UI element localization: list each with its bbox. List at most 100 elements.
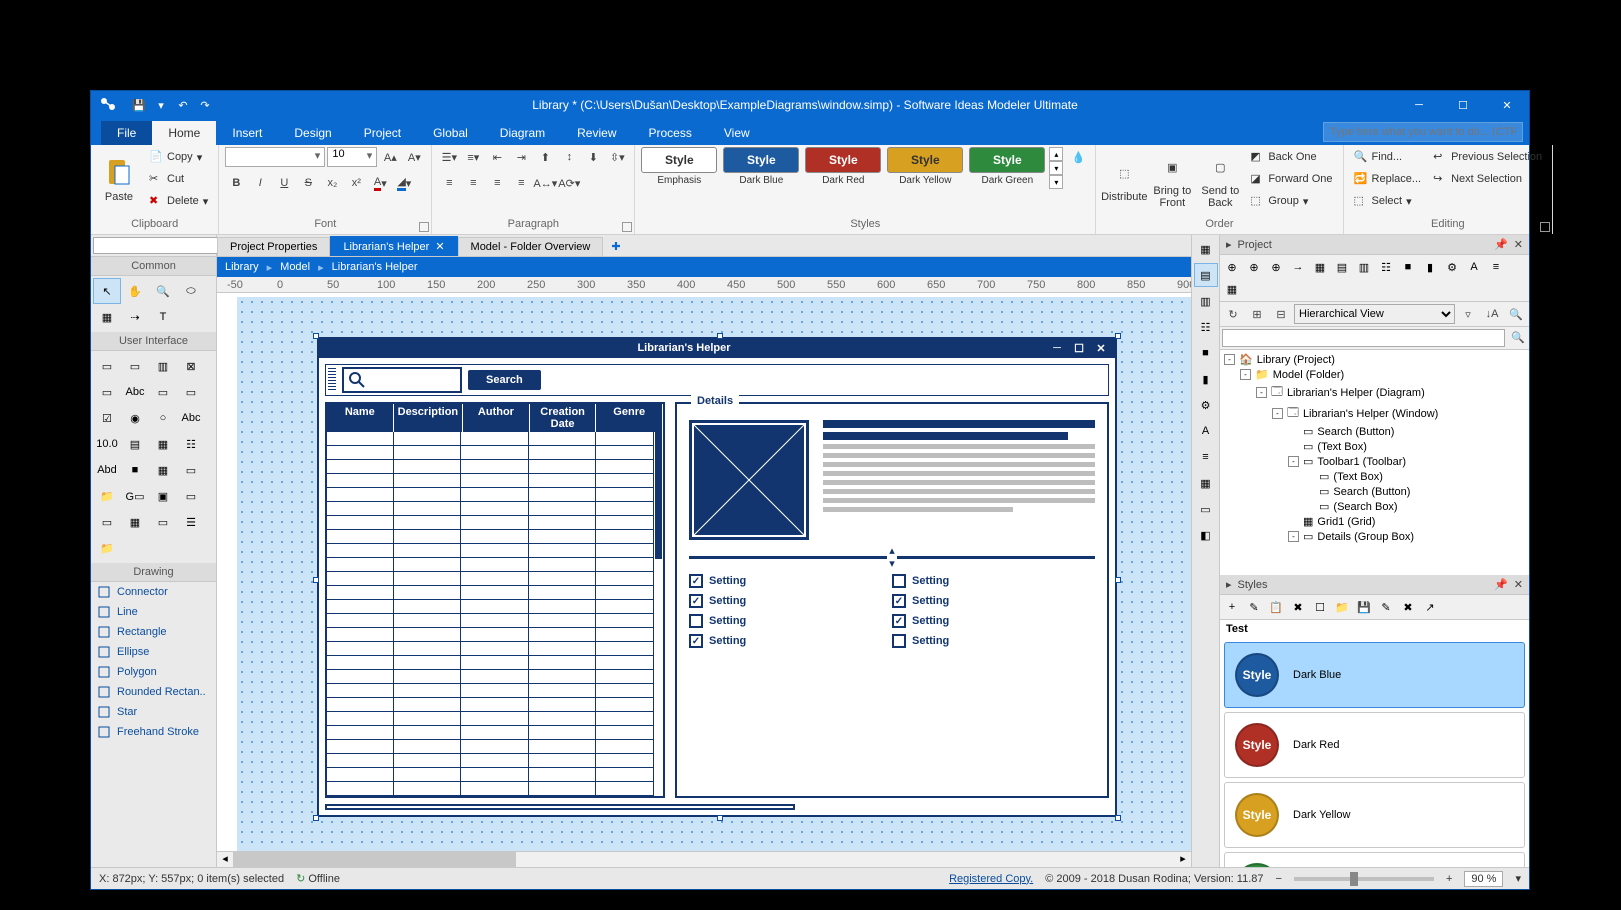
styles-tool-button[interactable]: ✎ [1244, 597, 1264, 617]
canvas-h-scrollbar[interactable]: ◂▸ [217, 851, 1191, 867]
paste-button[interactable]: Paste [97, 147, 141, 213]
tree-node[interactable]: -🗔Librarian's Helper (Window) [1222, 403, 1527, 424]
tool-pointer-icon[interactable]: ↖ [93, 278, 121, 304]
styles-pin-icon[interactable]: 📌 [1494, 578, 1508, 591]
refresh-icon[interactable]: ↻ [1222, 304, 1244, 324]
bring-front-button[interactable]: ▣Bring to Front [1150, 147, 1194, 213]
underline-icon[interactable]: U [273, 173, 295, 193]
tool-hand-icon[interactable]: ✋ [121, 278, 149, 304]
align-middle-v-icon[interactable]: ↕ [558, 147, 580, 167]
tree-toggle-icon[interactable]: - [1240, 369, 1251, 380]
bold-icon[interactable]: B [225, 173, 247, 193]
ribbon-tab-diagram[interactable]: Diagram [484, 121, 561, 145]
copy-button[interactable]: 📄Copy▾ [145, 147, 212, 167]
wf-checkbox[interactable]: ✓Setting [892, 594, 1095, 608]
group-button[interactable]: ⬚Group▾ [1246, 191, 1336, 211]
document-tab[interactable]: Librarian's Helper ✕ [330, 236, 457, 256]
view-toggle-button[interactable]: ▮ [1194, 367, 1218, 391]
back-one-button[interactable]: ◩Back One [1246, 147, 1336, 167]
styles-list[interactable]: StyleDark BlueStyleDark RedStyleDark Yel… [1220, 638, 1529, 867]
wf-checkbox[interactable]: ✓Setting [892, 614, 1095, 628]
style-swatch[interactable]: StyleEmphasis [641, 147, 717, 186]
align-center-icon[interactable]: ≡ [462, 173, 484, 193]
wf-min-icon[interactable]: ─ [1046, 342, 1068, 355]
tree-node[interactable]: -🏠Library (Project) [1222, 352, 1527, 367]
outdent-icon[interactable]: ⇤ [486, 147, 508, 167]
ui-shape-tool[interactable]: ▦ [149, 457, 177, 483]
wf-grid[interactable]: NameDescriptionAuthorCreation DateGenre [325, 402, 665, 798]
tree-toggle-icon[interactable]: - [1256, 387, 1267, 398]
italic-icon[interactable]: I [249, 173, 271, 193]
view-toggle-button[interactable]: ▦ [1194, 237, 1218, 261]
wf-splitter[interactable]: ▴▾ [689, 550, 1095, 564]
view-toggle-button[interactable]: ▥ [1194, 289, 1218, 313]
panel-close-icon[interactable]: ✕ [1514, 238, 1523, 251]
ribbon-tab-process[interactable]: Process [633, 121, 708, 145]
add-tab-button[interactable]: ✚ [603, 237, 628, 256]
styles-tool-button[interactable]: 💾 [1354, 597, 1374, 617]
ui-shape-tool[interactable]: Abc [121, 379, 149, 405]
select-button[interactable]: ⬚Select▾ [1350, 191, 1426, 211]
text-dir-icon[interactable]: A↔▾ [534, 173, 556, 193]
align-left-icon[interactable]: ≡ [438, 173, 460, 193]
style-swatch[interactable]: StyleDark Red [805, 147, 881, 186]
cut-button[interactable]: ✂Cut [145, 169, 212, 189]
view-toggle-button[interactable]: ☷ [1194, 315, 1218, 339]
style-eyedropper-icon[interactable]: 💧 [1067, 147, 1089, 167]
find-button[interactable]: 🔍Find... [1350, 147, 1426, 167]
project-tool-button[interactable]: ▮ [1420, 257, 1440, 277]
numbering-icon[interactable]: ≡▾ [462, 147, 484, 167]
project-tool-button[interactable]: ☷ [1376, 257, 1396, 277]
maximize-button[interactable]: ☐ [1441, 91, 1485, 119]
view-combo[interactable]: Hierarchical View [1294, 304, 1455, 324]
drawing-tool[interactable]: Star [91, 702, 216, 722]
ui-shape-tool[interactable]: Abd [93, 457, 121, 483]
project-tool-button[interactable]: ▦ [1310, 257, 1330, 277]
wf-checkbox[interactable]: Setting [689, 614, 892, 628]
wf-checkbox[interactable]: Setting [892, 574, 1095, 588]
ui-shape-tool[interactable]: ▦ [121, 509, 149, 535]
style-list-item[interactable]: StyleDark Yellow [1224, 782, 1525, 848]
project-tool-button[interactable]: ≡ [1486, 257, 1506, 277]
project-tool-button[interactable]: ⊕ [1266, 257, 1286, 277]
project-tool-button[interactable]: ▦ [1222, 279, 1242, 299]
next-selection-button[interactable]: ↪Next Selection [1429, 169, 1546, 189]
font-family-combo[interactable] [225, 147, 325, 167]
canvas-scroll-area[interactable]: Librarian's Helper ─ ☐ ✕ [217, 293, 1191, 851]
diagram-canvas[interactable]: Librarian's Helper ─ ☐ ✕ [237, 297, 1191, 851]
tree-node[interactable]: -▭Details (Group Box) [1222, 529, 1527, 544]
document-tab[interactable]: Project Properties [217, 237, 330, 256]
ui-shape-tool[interactable]: ○ [149, 405, 177, 431]
ui-shape-tool[interactable]: ⊠ [177, 353, 205, 379]
distribute-button[interactable]: ⬚Distribute [1102, 147, 1146, 213]
toolbox-search-input[interactable] [93, 237, 237, 254]
tool-zoom-icon[interactable]: 🔍 [149, 278, 177, 304]
ui-shape-tool[interactable]: ▣ [149, 483, 177, 509]
ribbon-tab-project[interactable]: Project [348, 121, 417, 145]
drawing-tool[interactable]: Line [91, 602, 216, 622]
styles-tool-button[interactable]: ✖ [1288, 597, 1308, 617]
styles-tool-button[interactable]: ↗ [1420, 597, 1440, 617]
ui-shape-tool[interactable]: ▭ [149, 509, 177, 535]
editing-dialog-launcher[interactable] [1540, 222, 1550, 232]
qat-save-icon[interactable]: 💾 [131, 97, 147, 113]
ui-shape-tool[interactable]: ☑ [93, 405, 121, 431]
drawing-tool[interactable]: Freehand Stroke [91, 722, 216, 742]
project-tool-button[interactable]: ▤ [1332, 257, 1352, 277]
tree-toggle-icon[interactable]: - [1288, 531, 1299, 542]
tree-node[interactable]: ▦Grid1 (Grid) [1222, 514, 1527, 529]
style-list-item[interactable]: StyleDark Blue [1224, 642, 1525, 708]
view-toggle-button[interactable]: ▭ [1194, 497, 1218, 521]
breadcrumb-item[interactable]: Model [280, 261, 310, 273]
breadcrumb-item[interactable]: Library [225, 261, 259, 273]
tab-close-icon[interactable]: ✕ [435, 240, 444, 253]
styles-tool-button[interactable]: ☐ [1310, 597, 1330, 617]
tree-search-icon[interactable]: 🔍 [1505, 304, 1527, 324]
ui-shape-tool[interactable]: ■ [121, 457, 149, 483]
wf-max-icon[interactable]: ☐ [1068, 342, 1090, 355]
styles-tool-button[interactable]: 📋 [1266, 597, 1286, 617]
ui-shape-tool[interactable]: 📁 [93, 483, 121, 509]
tree-node[interactable]: -▭Toolbar1 (Toolbar) [1222, 454, 1527, 469]
style-swatch[interactable]: StyleDark Yellow [887, 147, 963, 186]
styles-tool-button[interactable]: ✖ [1398, 597, 1418, 617]
